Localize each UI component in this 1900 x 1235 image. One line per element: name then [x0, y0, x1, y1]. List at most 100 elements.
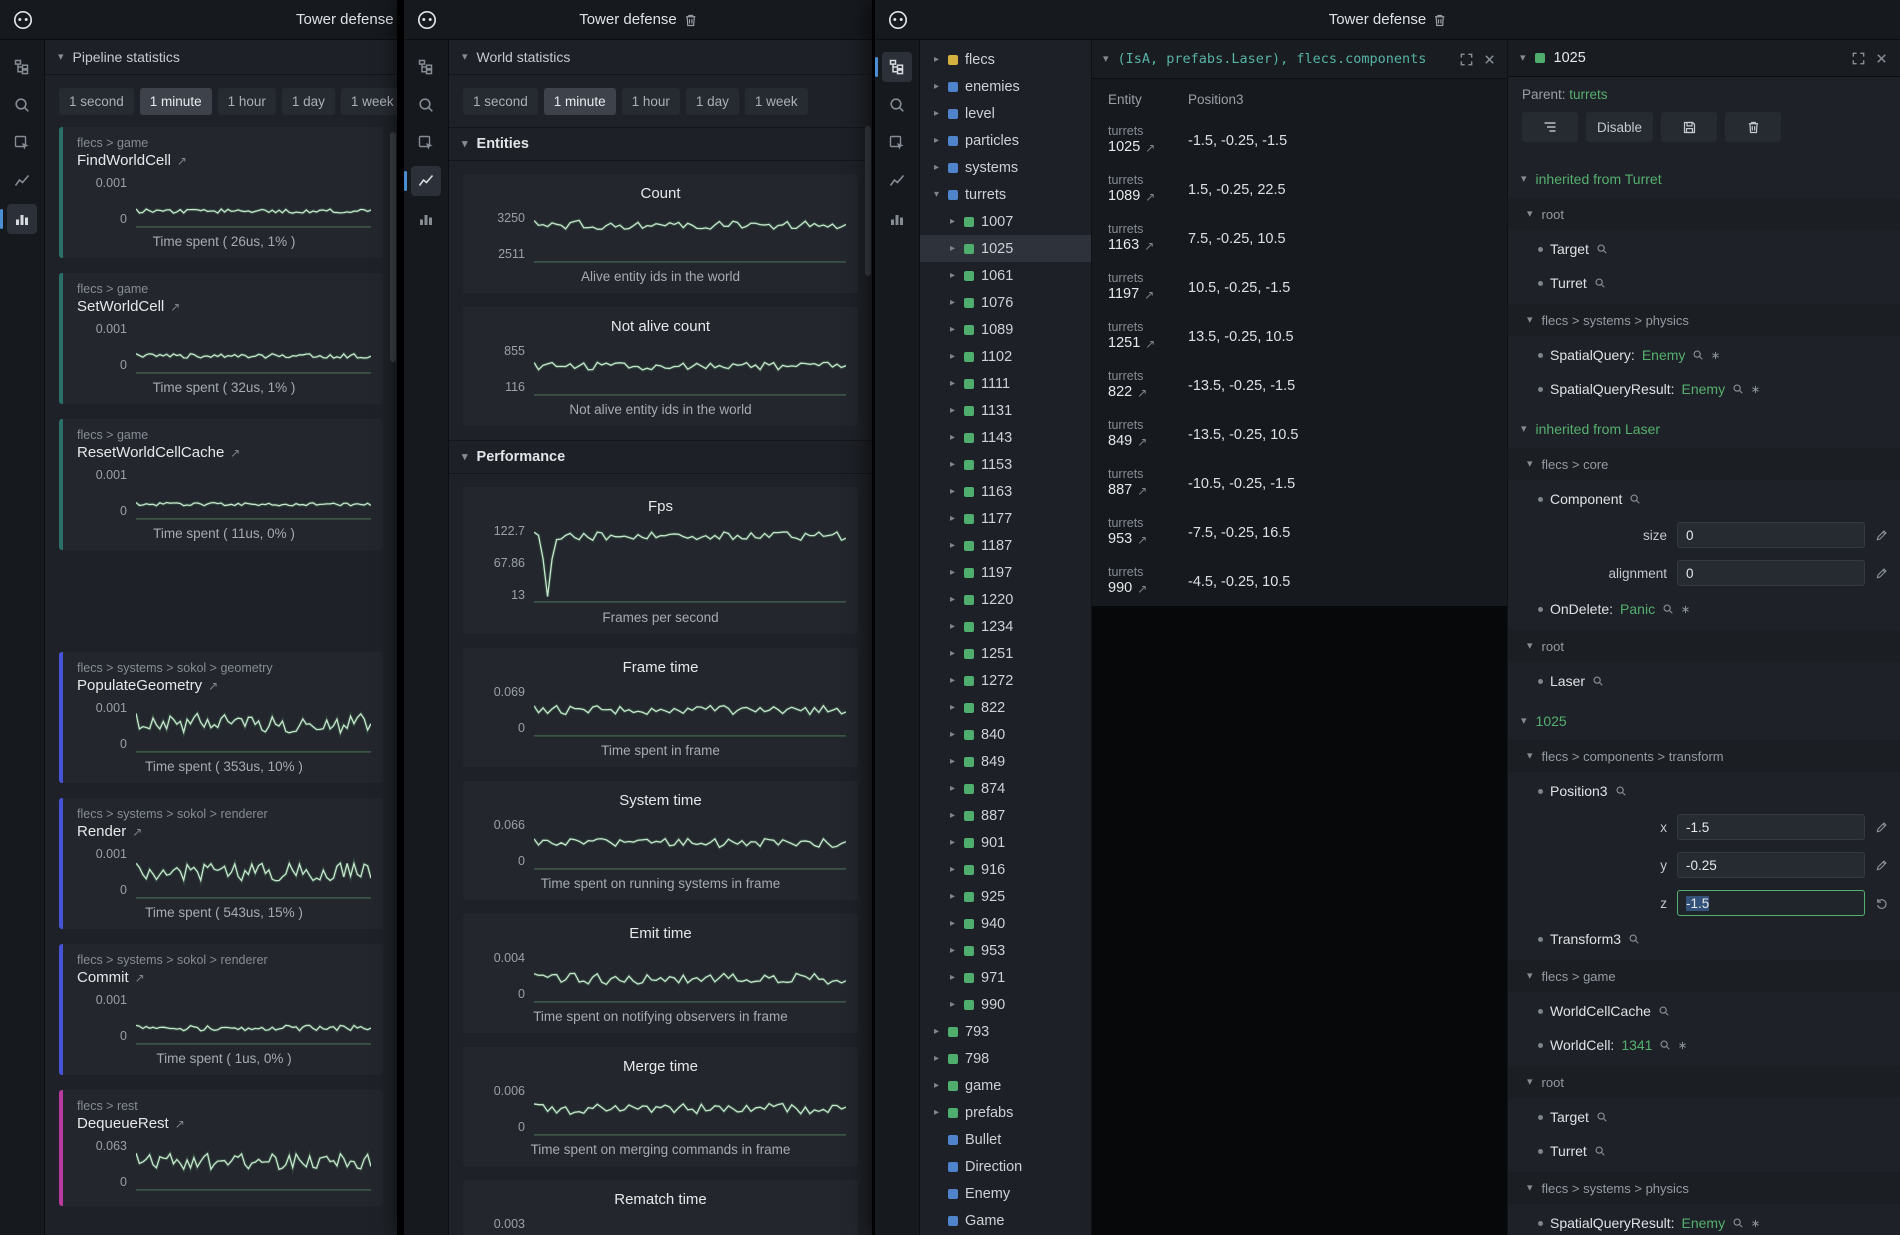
- search-icon[interactable]: [1594, 277, 1606, 289]
- table-row-990[interactable]: turrets990↗-4.5, -0.25, 10.5: [1092, 557, 1507, 606]
- component-row-worldcell[interactable]: WorldCell:1341: [1508, 1028, 1900, 1062]
- tree-chevron-icon[interactable]: ▸: [948, 972, 957, 983]
- open-link-icon[interactable]: ↗: [1145, 141, 1155, 155]
- search-icon[interactable]: [411, 90, 441, 120]
- open-link-icon[interactable]: ↗: [1137, 533, 1147, 547]
- card-title[interactable]: SetWorldCell ↗: [77, 298, 371, 315]
- tree-item-1153[interactable]: ▸1153: [920, 451, 1091, 478]
- tree-chevron-icon[interactable]: ▸: [948, 432, 957, 443]
- parent-link[interactable]: turrets: [1569, 87, 1607, 102]
- query-input[interactable]: (IsA, prefabs.Laser), flecs.components: [1118, 51, 1450, 67]
- star-icon[interactable]: [1751, 1219, 1760, 1228]
- open-link-icon[interactable]: ↗: [1137, 582, 1147, 596]
- tree-item-925[interactable]: ▸925: [920, 883, 1091, 910]
- search-icon[interactable]: [1628, 933, 1640, 945]
- chart-icon[interactable]: [411, 166, 441, 196]
- tree-chevron-icon[interactable]: ▸: [948, 216, 957, 227]
- search-icon[interactable]: [1732, 1217, 1744, 1229]
- card-title[interactable]: DequeueRest ↗: [77, 1115, 371, 1132]
- panel-header[interactable]: ▾ Pipeline statistics: [45, 40, 397, 75]
- tree-chevron-icon[interactable]: ▸: [948, 837, 957, 848]
- table-row-887[interactable]: turrets887↗-10.5, -0.25, -1.5: [1092, 459, 1507, 508]
- tree-item-direction[interactable]: Direction: [920, 1153, 1091, 1180]
- card-title[interactable]: ResetWorldCellCache ↗: [77, 444, 371, 461]
- tree-item-bullet[interactable]: Bullet: [920, 1126, 1091, 1153]
- open-link-icon[interactable]: ↗: [1144, 288, 1154, 302]
- entity-cell[interactable]: turrets1089↗: [1108, 173, 1188, 205]
- component-value[interactable]: Enemy: [1682, 381, 1726, 397]
- entity-cell[interactable]: turrets1251↗: [1108, 320, 1188, 352]
- search-icon[interactable]: [1662, 603, 1674, 615]
- search-icon[interactable]: [882, 90, 912, 120]
- entity-cell[interactable]: turrets822↗: [1108, 369, 1188, 401]
- edit-icon[interactable]: [1875, 529, 1888, 542]
- open-link-icon[interactable]: ↗: [175, 1117, 185, 1131]
- tree-chevron-icon[interactable]: ▸: [932, 1080, 941, 1091]
- tree-item-1272[interactable]: ▸1272: [920, 667, 1091, 694]
- tree-chevron-icon[interactable]: ▸: [932, 162, 941, 173]
- tree-item-flecs[interactable]: ▸flecs: [920, 46, 1091, 73]
- disable-button[interactable]: Disable: [1586, 112, 1653, 142]
- component-group-header[interactable]: ▾flecs > components > transform: [1508, 740, 1900, 772]
- table-row-1025[interactable]: turrets1025↗-1.5, -0.25, -1.5: [1092, 116, 1507, 165]
- tree-chevron-icon[interactable]: ▸: [948, 675, 957, 686]
- z-input[interactable]: -1.5: [1677, 890, 1865, 916]
- search-icon[interactable]: [1592, 675, 1604, 687]
- component-group-header[interactable]: ▾flecs > game: [1508, 960, 1900, 992]
- open-link-icon[interactable]: ↗: [230, 446, 240, 460]
- tree-item-1143[interactable]: ▸1143: [920, 424, 1091, 451]
- alignment-input[interactable]: 0: [1677, 560, 1865, 586]
- tree-item-916[interactable]: ▸916: [920, 856, 1091, 883]
- tree-chevron-icon[interactable]: ▸: [948, 783, 957, 794]
- search-icon[interactable]: [1629, 493, 1641, 505]
- inspector-icon[interactable]: [411, 128, 441, 158]
- tree-chevron-icon[interactable]: ▸: [932, 1107, 941, 1118]
- component-row-ondelete[interactable]: OnDelete:Panic: [1508, 592, 1900, 626]
- star-icon[interactable]: [1751, 385, 1760, 394]
- tree-item-particles[interactable]: ▸particles: [920, 127, 1091, 154]
- tree-chevron-icon[interactable]: ▸: [948, 378, 957, 389]
- chevron-down-icon[interactable]: ▾: [1520, 53, 1526, 64]
- tree-item-793[interactable]: ▸793: [920, 1018, 1091, 1045]
- component-row-turret[interactable]: Turret: [1508, 1134, 1900, 1168]
- tree-item-1251[interactable]: ▸1251: [920, 640, 1091, 667]
- open-link-icon[interactable]: ↗: [170, 300, 180, 314]
- tree-item-prefabs[interactable]: ▸prefabs: [920, 1099, 1091, 1126]
- search-icon[interactable]: [1596, 1111, 1608, 1123]
- search-icon[interactable]: [1659, 1039, 1671, 1051]
- section-header-performance[interactable]: ▾Performance: [449, 440, 872, 474]
- tree-chevron-icon[interactable]: ▸: [948, 999, 957, 1010]
- tree-chevron-icon[interactable]: ▾: [932, 189, 941, 200]
- tree-item-1234[interactable]: ▸1234: [920, 613, 1091, 640]
- search-icon[interactable]: [1692, 349, 1704, 361]
- tree-chevron-icon[interactable]: ▸: [948, 621, 957, 632]
- tree-chevron-icon[interactable]: ▸: [948, 486, 957, 497]
- open-link-icon[interactable]: ↗: [1144, 239, 1154, 253]
- component-row-target[interactable]: Target: [1508, 1100, 1900, 1134]
- tree-item-953[interactable]: ▸953: [920, 937, 1091, 964]
- star-icon[interactable]: [1711, 351, 1720, 360]
- save-button[interactable]: [1661, 112, 1717, 142]
- inspector-icon[interactable]: [7, 128, 37, 158]
- tree-item-1220[interactable]: ▸1220: [920, 586, 1091, 613]
- time-range-button[interactable]: 1 minute: [140, 88, 212, 115]
- card-title[interactable]: Render ↗: [77, 823, 371, 840]
- tree-item-1131[interactable]: ▸1131: [920, 397, 1091, 424]
- expand-icon[interactable]: [1459, 52, 1474, 67]
- tree-chevron-icon[interactable]: ▸: [948, 459, 957, 470]
- tree-item-940[interactable]: ▸940: [920, 910, 1091, 937]
- panel-header[interactable]: ▾ World statistics: [449, 40, 872, 75]
- tree-item-1061[interactable]: ▸1061: [920, 262, 1091, 289]
- tree-item-1177[interactable]: ▸1177: [920, 505, 1091, 532]
- component-row-turret[interactable]: Turret: [1508, 266, 1900, 300]
- delete-button[interactable]: [1725, 112, 1781, 142]
- search-icon[interactable]: [1732, 383, 1744, 395]
- card-title[interactable]: Commit ↗: [77, 969, 371, 986]
- component-group-header[interactable]: ▾flecs > core: [1508, 448, 1900, 480]
- tree-item-1089[interactable]: ▸1089: [920, 316, 1091, 343]
- tree-chevron-icon[interactable]: ▸: [948, 702, 957, 713]
- search-icon[interactable]: [1615, 785, 1627, 797]
- tree-item-1111[interactable]: ▸1111: [920, 370, 1091, 397]
- component-group-header[interactable]: ▾root: [1508, 1066, 1900, 1098]
- tree-item-game[interactable]: ▸game: [920, 1072, 1091, 1099]
